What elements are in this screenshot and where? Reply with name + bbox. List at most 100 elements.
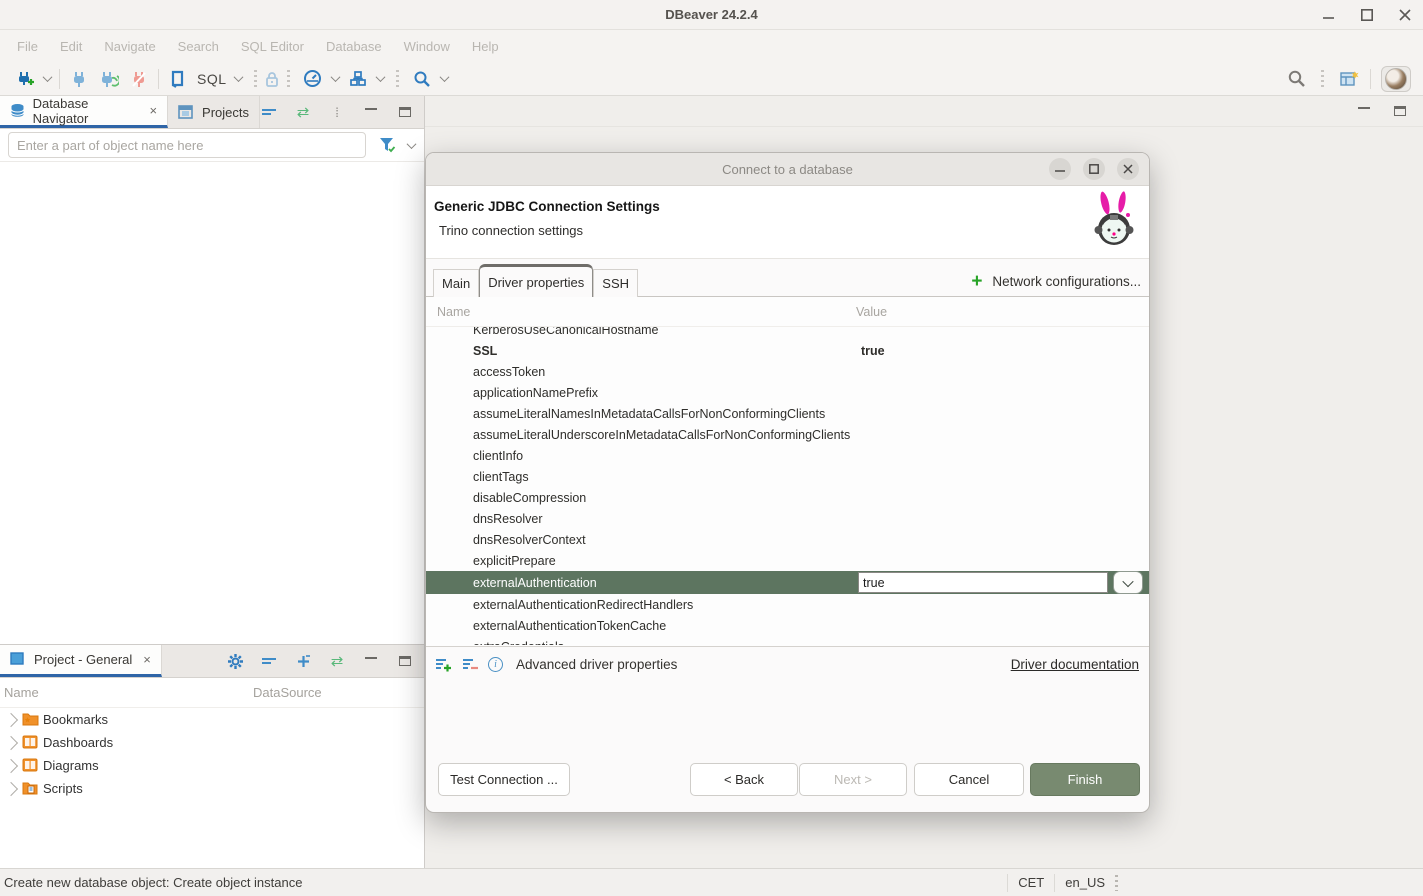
tree-item-diagrams[interactable]: Diagrams (0, 754, 424, 777)
menu-help[interactable]: Help (461, 39, 510, 54)
table-row[interactable]: externalAuthenticationRedirectHandlers (426, 594, 1149, 615)
maximize-view-icon[interactable] (1391, 102, 1409, 120)
value-dropdown-button[interactable] (1113, 571, 1143, 594)
column-datasource[interactable]: DataSource (253, 685, 322, 700)
filter-funnel-icon[interactable] (376, 134, 398, 156)
table-row[interactable]: KerberosUseCanonicalHostname (426, 327, 1149, 340)
table-header[interactable]: Name Value (426, 297, 1149, 327)
table-row[interactable]: clientTags (426, 466, 1149, 487)
navigator-tree-area[interactable] (0, 162, 424, 644)
expand-chevron-icon[interactable] (4, 712, 18, 726)
table-rows-viewport[interactable]: KerberosUseCanonicalHostnameSSLtrueacces… (426, 327, 1149, 645)
transaction-lock-icon[interactable] (261, 68, 283, 90)
menu-search[interactable]: Search (167, 39, 230, 54)
remove-property-icon[interactable] (461, 655, 479, 673)
table-row[interactable]: applicationNamePrefix (426, 382, 1149, 403)
close-tab-icon[interactable]: × (149, 103, 157, 118)
menu-file[interactable]: File (6, 39, 49, 54)
table-row[interactable]: externalAuthentication (426, 571, 1149, 594)
menu-edit[interactable]: Edit (49, 39, 93, 54)
network-configurations-button[interactable]: + Network configurations... (971, 274, 1141, 289)
link-with-editor-icon[interactable]: ⇄ (328, 652, 346, 670)
window-minimize-button[interactable] (1321, 7, 1337, 23)
next-button[interactable]: Next > (799, 763, 907, 796)
collapse-all-icon[interactable] (260, 652, 278, 670)
project-columns-header[interactable]: Name DataSource (0, 678, 424, 708)
back-button[interactable]: < Back (690, 763, 798, 796)
menu-database[interactable]: Database (315, 39, 393, 54)
minimize-view-icon[interactable] (362, 103, 380, 121)
finish-button[interactable]: Finish (1030, 763, 1140, 796)
maximize-view-icon[interactable] (396, 103, 414, 121)
search-dropdown-icon[interactable] (439, 72, 449, 82)
user-avatar[interactable] (1381, 66, 1411, 92)
reconnect-icon[interactable] (98, 68, 120, 90)
expand-all-icon[interactable] (294, 652, 312, 670)
expand-chevron-icon[interactable] (4, 735, 18, 749)
table-row[interactable]: disableCompression (426, 487, 1149, 508)
driver-manager-dropdown-icon[interactable] (375, 72, 385, 82)
tab-project-general[interactable]: Project - General × (0, 645, 162, 677)
dialog-titlebar[interactable]: Connect to a database (426, 153, 1149, 186)
window-close-button[interactable] (1397, 7, 1413, 23)
expand-chevron-icon[interactable] (4, 781, 18, 795)
tree-item-scripts[interactable]: Scripts (0, 777, 424, 800)
tree-item-bookmarks[interactable]: Bookmarks (0, 708, 424, 731)
column-name[interactable]: Name (426, 305, 856, 319)
search-icon[interactable] (411, 68, 433, 90)
property-value-input[interactable] (858, 572, 1108, 593)
table-row[interactable]: assumeLiteralUnderscoreInMetadataCallsFo… (426, 424, 1149, 445)
table-row[interactable]: assumeLiteralNamesInMetadataCallsForNonC… (426, 403, 1149, 424)
status-drag-handle[interactable] (1115, 875, 1118, 891)
tab-database-navigator[interactable]: Database Navigator × (0, 96, 168, 128)
table-row[interactable]: accessToken (426, 361, 1149, 382)
filter-dropdown-icon[interactable] (407, 139, 417, 149)
dialog-close-button[interactable] (1117, 158, 1139, 180)
tab-ssh[interactable]: SSH (593, 269, 638, 297)
status-timezone[interactable]: CET (1018, 875, 1044, 890)
dialog-minimize-button[interactable] (1049, 158, 1071, 180)
cancel-button[interactable]: Cancel (914, 763, 1024, 796)
expand-chevron-icon[interactable] (4, 758, 18, 772)
dashboard-dropdown-icon[interactable] (330, 72, 340, 82)
table-row[interactable]: dnsResolverContext (426, 529, 1149, 550)
column-name[interactable]: Name (0, 685, 253, 700)
table-row[interactable]: clientInfo (426, 445, 1149, 466)
minimize-view-icon[interactable] (362, 652, 380, 670)
column-value[interactable]: Value (856, 305, 887, 319)
window-maximize-button[interactable] (1359, 7, 1375, 23)
sql-editor-dropdown-icon[interactable] (233, 72, 243, 82)
status-locale[interactable]: en_US (1065, 875, 1105, 890)
close-tab-icon[interactable]: × (143, 652, 151, 667)
sql-editor-icon[interactable] (167, 68, 189, 90)
minimize-view-icon[interactable] (1355, 102, 1373, 120)
window-titlebar[interactable]: DBeaver 24.2.4 (0, 0, 1423, 30)
menu-window[interactable]: Window (393, 39, 461, 54)
new-connection-icon[interactable] (14, 68, 36, 90)
dashboard-gauge-icon[interactable] (302, 68, 324, 90)
maximize-view-icon[interactable] (396, 652, 414, 670)
table-row[interactable]: extraCredentials (426, 636, 1149, 645)
menu-navigate[interactable]: Navigate (93, 39, 166, 54)
disconnect-icon[interactable] (128, 68, 150, 90)
collapse-all-icon[interactable] (260, 103, 278, 121)
table-row[interactable]: externalAuthenticationTokenCache (426, 615, 1149, 636)
menu-sql-editor[interactable]: SQL Editor (230, 39, 315, 54)
add-property-icon[interactable] (434, 655, 452, 673)
global-search-icon[interactable] (1285, 68, 1307, 90)
test-connection-button[interactable]: Test Connection ... (438, 763, 570, 796)
driver-manager-icon[interactable] (347, 68, 369, 90)
table-row[interactable]: dnsResolver (426, 508, 1149, 529)
driver-documentation-link[interactable]: Driver documentation (1011, 657, 1141, 672)
new-connection-dropdown-icon[interactable] (43, 72, 53, 82)
link-with-editor-icon[interactable]: ⇄ (294, 103, 312, 121)
object-filter-input[interactable] (8, 132, 366, 158)
sql-editor-label[interactable]: SQL (197, 71, 227, 87)
settings-gear-icon[interactable] (226, 652, 244, 670)
table-row[interactable]: explicitPrepare (426, 550, 1149, 571)
dialog-maximize-button[interactable] (1083, 158, 1105, 180)
tab-driver-properties[interactable]: Driver properties (479, 264, 593, 297)
view-menu-icon[interactable]: ⁞ (328, 103, 346, 121)
tab-projects[interactable]: Projects (168, 96, 260, 128)
project-tree-area[interactable] (0, 800, 424, 868)
